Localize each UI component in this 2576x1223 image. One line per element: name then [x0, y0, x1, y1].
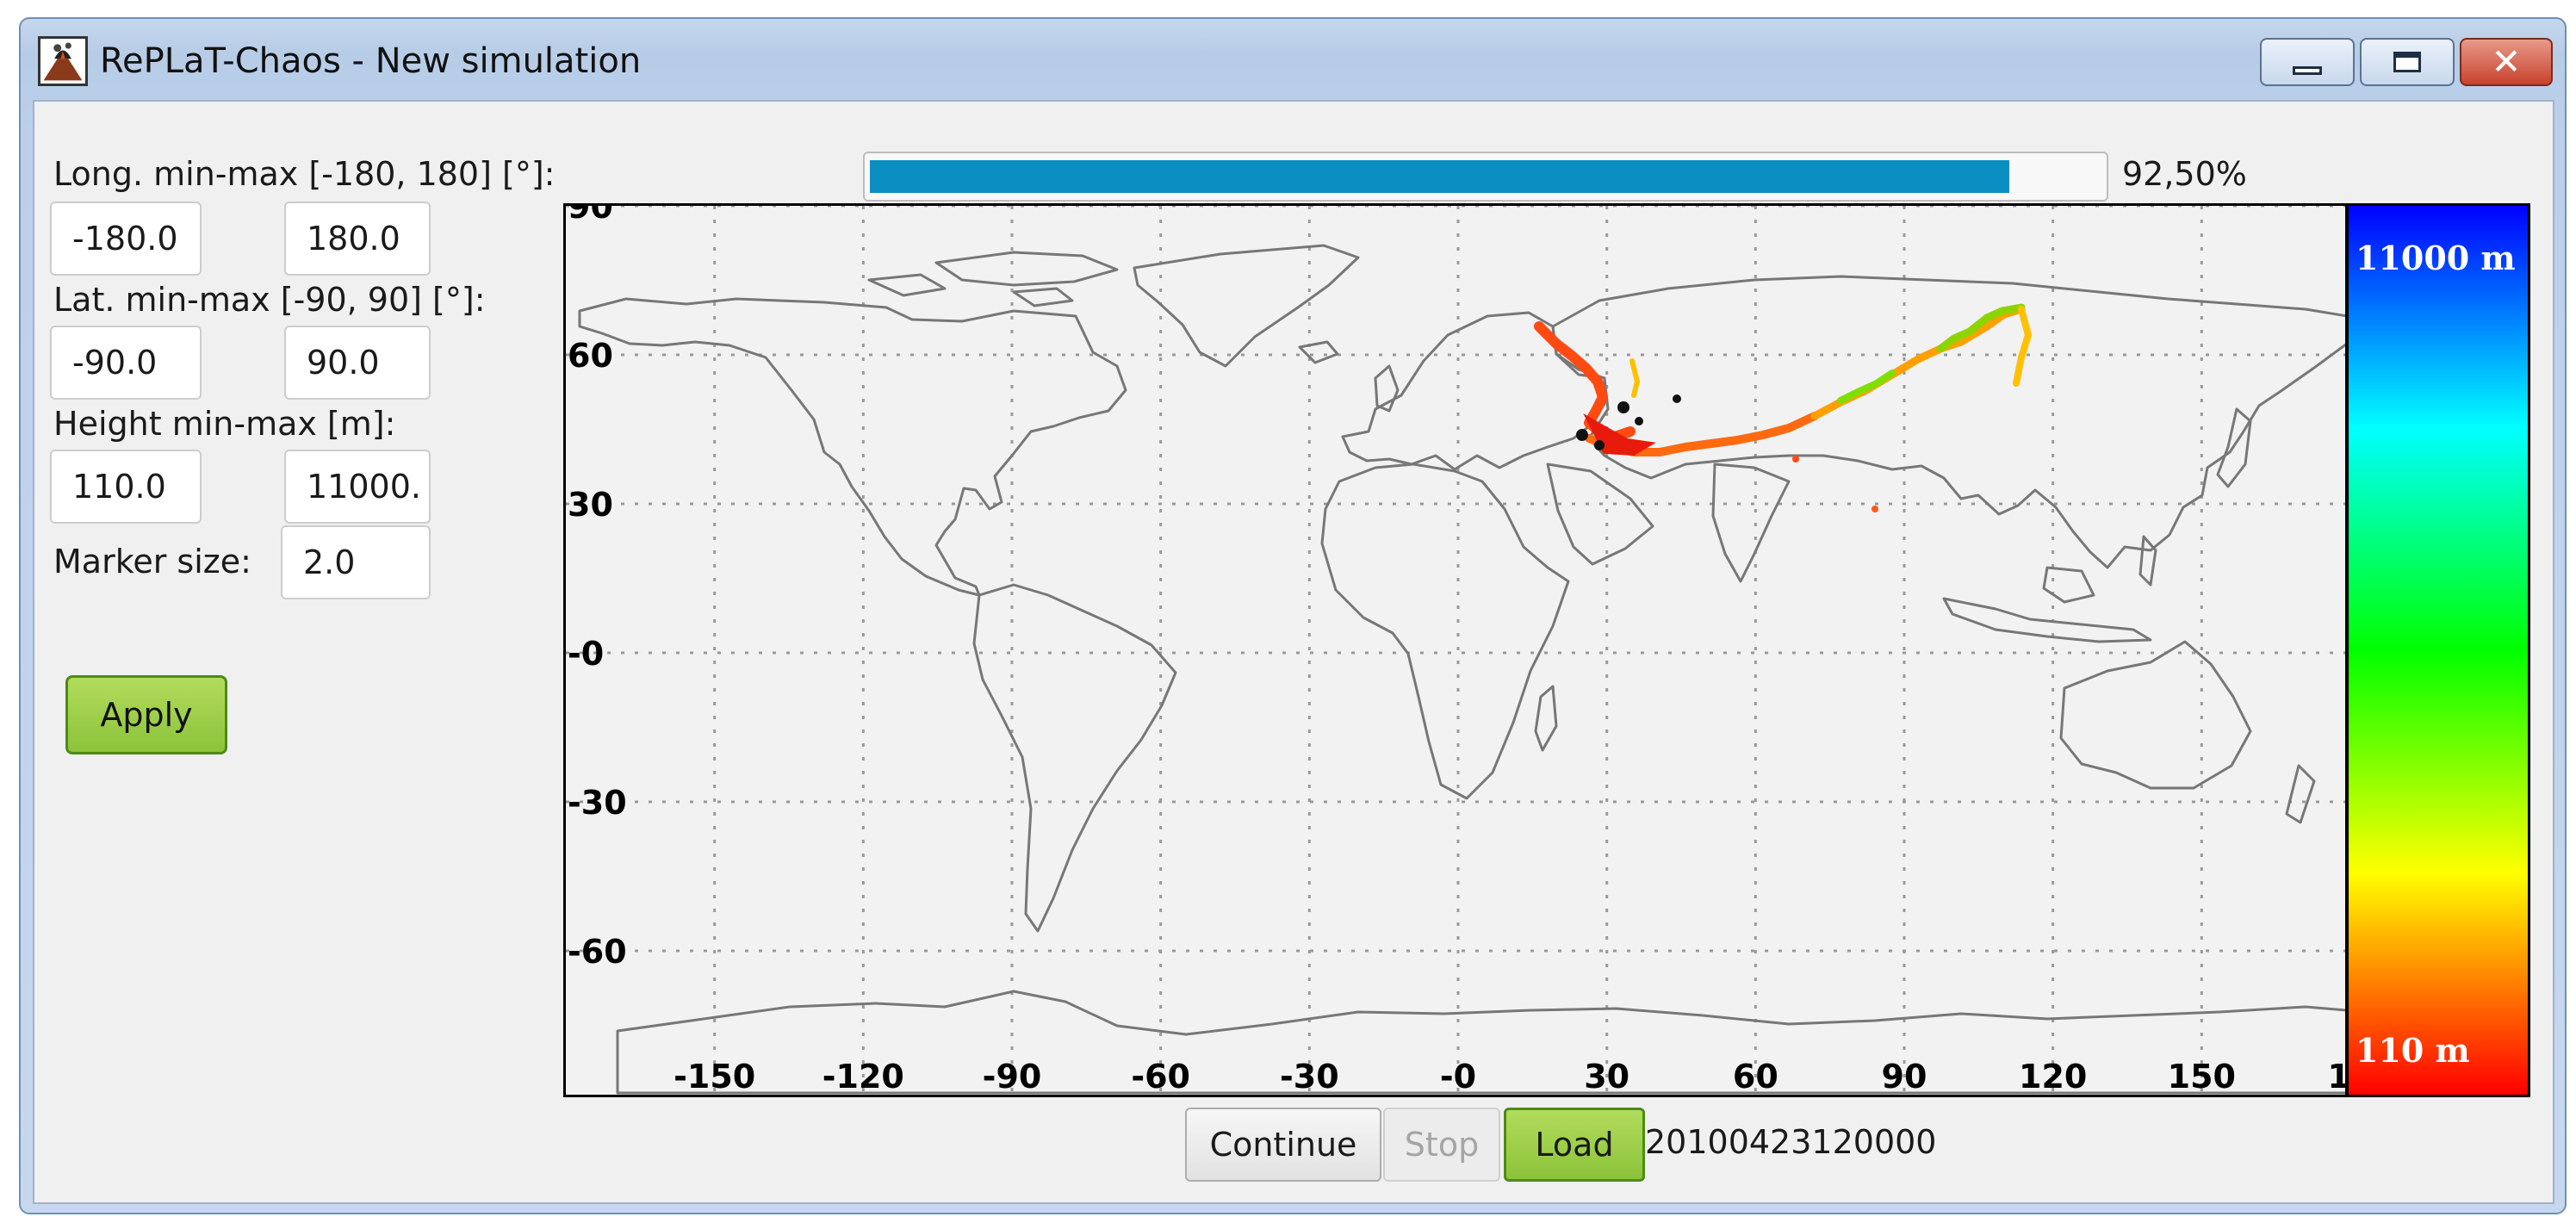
coast-indonesia — [1942, 566, 2152, 643]
lon-tick-label: 18 — [2328, 1058, 2348, 1096]
apply-button[interactable]: Apply — [65, 675, 227, 754]
volcano-icon — [38, 36, 88, 86]
lon-tick-label: -60 — [1131, 1058, 1190, 1096]
source-marker — [1635, 417, 1643, 425]
coast-asia — [1551, 275, 2345, 569]
map-grid — [566, 206, 2345, 1095]
coast-north-america — [578, 297, 1127, 597]
lon-tick-label: -150 — [673, 1058, 755, 1096]
coast-arabia — [1546, 463, 1654, 566]
source-marker — [1576, 429, 1588, 441]
marker-size-input[interactable]: 2.0 — [281, 525, 431, 599]
lon-tick-label: 30 — [1584, 1058, 1629, 1096]
longitude-min-input[interactable]: -180.0 — [50, 202, 202, 276]
minimize-button[interactable] — [2260, 38, 2355, 86]
trajectory-west-branch — [1534, 321, 1636, 442]
colorbar-min-label: 110 m — [2356, 1031, 2470, 1070]
progress-fill — [870, 160, 2009, 193]
minimize-icon — [2293, 66, 2322, 75]
progress-percent: 92,50% — [2122, 155, 2247, 193]
trajectory-mid-green — [1837, 369, 1896, 404]
coast-arctic-islands — [867, 251, 1119, 307]
lon-tick-label: 90 — [1882, 1058, 1927, 1096]
coast-iceland — [1298, 340, 1339, 364]
lon-tick-label: -90 — [983, 1058, 1042, 1096]
height-max-input[interactable]: 11000. — [284, 450, 431, 524]
window-controls: ✕ — [2255, 38, 2553, 86]
latitude-min-input[interactable]: -90.0 — [50, 326, 202, 400]
lon-tick-label: -0 — [1440, 1058, 1476, 1096]
trajectory-map[interactable]: 90 60 30 -0 -30 -60 -150 -120 -90 -60 -30 -0 30 60 90 1… — [563, 203, 2348, 1097]
load-button-label: Load — [1535, 1126, 1614, 1164]
apply-button-label: Apply — [100, 696, 193, 734]
coast-europe — [1341, 311, 1606, 471]
continue-button[interactable]: Continue — [1185, 1108, 1381, 1182]
height-label: Height min-max [m]: — [53, 405, 396, 443]
source-marker — [1594, 440, 1605, 450]
coast-africa — [1320, 463, 1570, 800]
coast-australia — [2059, 640, 2252, 790]
trajectory-points — [1534, 303, 2033, 512]
progress-bar — [863, 152, 2108, 202]
axis-tick-labels: 90 60 30 -0 -30 -60 -150 -120 -90 -60 -30 -0 30 60 90 1… — [568, 206, 2348, 1096]
latitude-label: Lat. min-max [-90, 90] [°]: — [53, 281, 486, 319]
trajectory-dot — [1871, 506, 1878, 512]
coast-philippines — [2138, 535, 2157, 587]
lon-tick-label: -120 — [822, 1058, 904, 1096]
stop-button-label: Stop — [1404, 1126, 1480, 1164]
client-area: Long. min-max [-180, 180] [°]: -180.0 18… — [33, 100, 2554, 1204]
simulation-timestamp: 20100423120000 — [1645, 1123, 1937, 1161]
marker-size-label: Marker size: — [53, 543, 251, 580]
world-map: 90 60 30 -0 -30 -60 -150 -120 -90 -60 -30 -0 30 60 90 1… — [566, 206, 2348, 1096]
close-button[interactable]: ✕ — [2460, 38, 2553, 86]
coast-greenland — [1133, 244, 1360, 368]
lon-tick-label: 60 — [1733, 1058, 1778, 1096]
lat-tick-label: -60 — [568, 933, 627, 971]
coast-new-zealand — [2285, 764, 2316, 824]
source-marker — [1673, 394, 1681, 403]
maximize-button[interactable] — [2360, 38, 2455, 86]
height-colorbar: 11000 m 110 m — [2346, 203, 2530, 1097]
coast-madagascar — [1534, 685, 1558, 752]
close-icon: ✕ — [2491, 40, 2522, 83]
trajectory-yellow-stub — [1629, 358, 1641, 398]
longitude-max-input[interactable]: 180.0 — [284, 202, 431, 276]
source-marker — [1617, 401, 1629, 413]
title-bar[interactable]: RePLaT-Chaos - New simulation ✕ — [21, 19, 2565, 102]
coastlines — [578, 244, 2345, 1095]
stop-button[interactable]: Stop — [1383, 1108, 1500, 1182]
continue-button-label: Continue — [1209, 1126, 1357, 1164]
lon-tick-label: 150 — [2168, 1058, 2236, 1096]
lat-tick-label: 90 — [568, 206, 613, 226]
longitude-label: Long. min-max [-180, 180] [°]: — [53, 155, 556, 193]
window-title: RePLaT-Chaos - New simulation — [100, 41, 642, 81]
coast-india — [1711, 463, 1791, 583]
lat-tick-label: 30 — [568, 486, 613, 524]
maximize-icon — [2393, 52, 2421, 72]
lon-tick-label: 120 — [2019, 1058, 2087, 1096]
coast-south-america — [972, 583, 1177, 933]
lat-tick-label: 60 — [568, 337, 613, 375]
latitude-max-input[interactable]: 90.0 — [284, 326, 431, 400]
load-button[interactable]: Load — [1504, 1108, 1645, 1182]
app-window: RePLaT-Chaos - New simulation ✕ Long. mi… — [19, 17, 2567, 1214]
lat-tick-label: -0 — [568, 635, 604, 673]
lat-tick-label: -30 — [568, 784, 627, 822]
colorbar-max-label: 11000 m — [2356, 239, 2516, 277]
trajectory-dot — [1792, 456, 1799, 463]
height-min-input[interactable]: 110.0 — [50, 450, 202, 524]
trajectory-far-east — [2013, 306, 2033, 387]
lon-tick-label: -30 — [1280, 1058, 1339, 1096]
